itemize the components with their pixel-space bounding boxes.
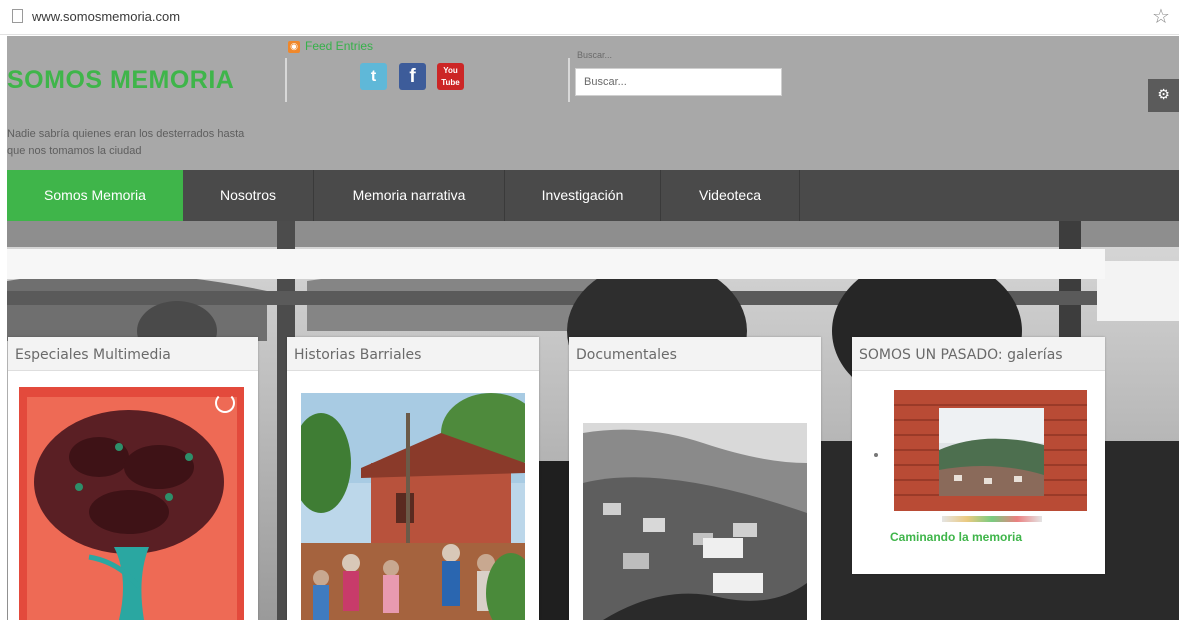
browser-url-bar[interactable]: www.somosmemoria.com ☆ xyxy=(0,0,1179,35)
tree-painting-image xyxy=(19,387,244,620)
nav-separator xyxy=(799,170,800,221)
nav-item-nosotros[interactable]: Nosotros xyxy=(183,170,313,221)
settings-gear-icon[interactable]: ⚙ xyxy=(1148,79,1179,112)
nav-item-somos-memoria[interactable]: Somos Memoria xyxy=(7,170,183,221)
gallery-thumb-strip[interactable] xyxy=(942,516,1042,522)
site-header: SOMOS MEMORIA Nadie sabría quienes eran … xyxy=(7,36,1179,170)
page-icon xyxy=(12,9,23,23)
feed-entries-link[interactable]: Feed Entries xyxy=(305,39,373,53)
url-text[interactable]: www.somosmemoria.com xyxy=(32,9,180,24)
youtube-icon[interactable]: You Tube xyxy=(437,63,464,90)
card-title[interactable]: Historias Barriales xyxy=(287,337,539,371)
card-title[interactable]: Especiales Multimedia xyxy=(8,337,258,371)
rss-icon[interactable]: ◉ xyxy=(288,41,300,53)
header-divider xyxy=(568,58,570,102)
search-label: Buscar... xyxy=(577,50,613,60)
card-title[interactable]: SOMOS UN PASADO: galerías xyxy=(852,337,1105,371)
neighborhood-photo xyxy=(301,393,525,620)
facebook-icon[interactable]: f xyxy=(399,63,426,90)
card-thumbnail[interactable] xyxy=(583,423,807,620)
hillside-bw-photo xyxy=(583,423,807,620)
card-historias-barriales[interactable]: Historias Barriales xyxy=(287,337,539,620)
refresh-icon[interactable] xyxy=(215,393,235,413)
search-input[interactable] xyxy=(575,68,782,96)
card-documentales[interactable]: Documentales xyxy=(569,337,821,620)
bookmark-star-icon[interactable]: ☆ xyxy=(1152,4,1170,28)
card-thumbnail[interactable] xyxy=(301,393,525,620)
card-somos-un-pasado[interactable]: SOMOS UN PASADO: galerías Caminando la m… xyxy=(852,337,1105,574)
gallery-caption-link[interactable]: Caminando la memoria xyxy=(890,530,1022,544)
nav-item-videoteca[interactable]: Videoteca xyxy=(661,170,799,221)
site-tagline: Nadie sabría quienes eran los desterrado… xyxy=(7,128,245,157)
hero-white-strip xyxy=(7,249,1105,279)
brick-window-photo xyxy=(894,390,1087,511)
card-thumbnail[interactable] xyxy=(894,390,1087,511)
twitter-icon[interactable]: t xyxy=(360,63,387,90)
nav-item-memoria-narrativa[interactable]: Memoria narrativa xyxy=(314,170,504,221)
hero-background: Especiales Multimedia Historias Barriale… xyxy=(7,221,1179,620)
nav-item-investigacion[interactable]: Investigación xyxy=(505,170,660,221)
card-thumbnail[interactable] xyxy=(19,387,244,620)
site-title[interactable]: SOMOS MEMORIA xyxy=(7,66,234,95)
card-title[interactable]: Documentales xyxy=(569,337,821,371)
card-especiales-multimedia[interactable]: Especiales Multimedia xyxy=(8,337,258,620)
header-divider xyxy=(285,58,287,102)
gallery-bullet xyxy=(874,453,878,457)
main-nav: Somos Memoria Nosotros Memoria narrativa… xyxy=(7,170,1179,221)
